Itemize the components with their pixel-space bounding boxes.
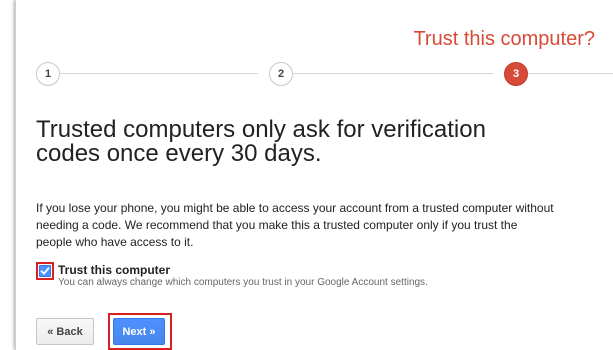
step-1: 1 — [36, 62, 60, 86]
stepper: 1 2 3 — [36, 62, 613, 86]
trust-computer-sublabel: You can always change which computers yo… — [58, 277, 428, 288]
trust-computer-label[interactable]: Trust this computer — [58, 263, 170, 277]
trust-computer-checkbox[interactable] — [39, 265, 51, 277]
trust-computer-option: Trust this computer You can always chang… — [36, 262, 596, 290]
next-button[interactable]: Next » — [113, 318, 165, 345]
stepper-line — [60, 73, 258, 74]
step-3-current: 3 — [504, 62, 528, 86]
description-text: If you lose your phone, you might be abl… — [36, 201, 554, 249]
stepper-line — [528, 73, 613, 74]
checkmark-icon — [40, 267, 50, 275]
back-button[interactable]: « Back — [36, 318, 94, 345]
step-2: 2 — [269, 62, 293, 86]
stepper-line — [293, 73, 493, 74]
page-heading: Trusted computers only ask for verificat… — [36, 116, 486, 167]
page-frame: Trust this computer? 1 2 3 Trusted compu… — [15, 0, 613, 350]
step-title: Trust this computer? — [413, 28, 595, 50]
